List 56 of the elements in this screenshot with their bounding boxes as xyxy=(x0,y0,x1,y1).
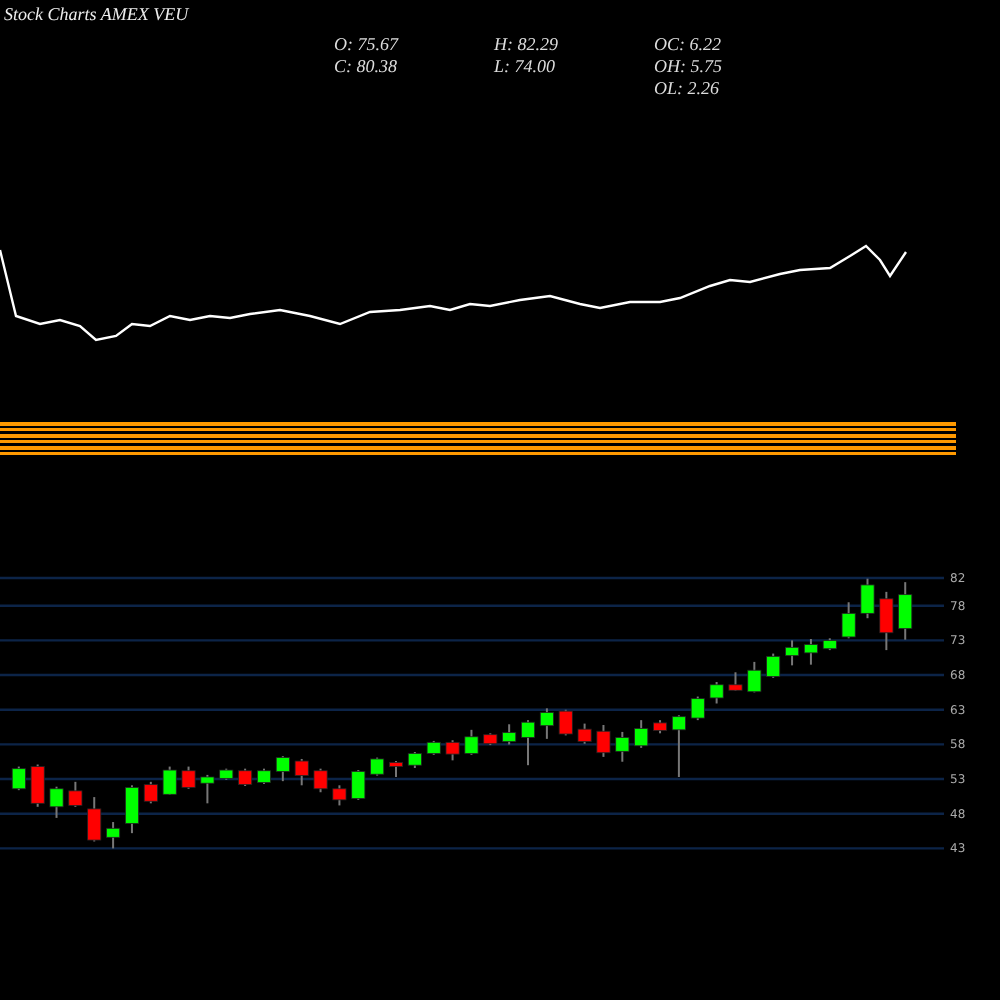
chart-title: Stock Charts AMEX VEU xyxy=(4,4,189,24)
candlestick xyxy=(389,760,403,778)
candlestick xyxy=(351,769,366,801)
candlestick xyxy=(822,637,837,652)
candlestick xyxy=(879,590,894,652)
candlestick xyxy=(181,765,196,790)
candlestick xyxy=(238,767,253,787)
candlestick xyxy=(313,767,328,794)
candlestick xyxy=(464,728,479,756)
candlestick xyxy=(860,577,875,620)
price-stat: OC: 6.22 xyxy=(654,34,723,54)
candlestick xyxy=(49,785,64,819)
candlestick xyxy=(426,739,441,756)
candlestick xyxy=(370,756,385,777)
candlestick xyxy=(690,695,705,722)
candlestick xyxy=(407,751,422,769)
price-stat: L: 74.00 xyxy=(494,56,558,76)
candlestick xyxy=(445,739,460,762)
candlestick xyxy=(539,707,554,740)
candlestick xyxy=(596,724,611,758)
candlestick xyxy=(219,767,234,781)
candlestick xyxy=(747,660,762,694)
candlestick xyxy=(68,780,83,808)
candlestick xyxy=(841,601,856,640)
candlestick xyxy=(785,639,800,667)
price-stat: H: 82.29 xyxy=(494,34,560,54)
candlestick xyxy=(483,732,498,747)
candlestick xyxy=(502,723,517,746)
price-stat: C: 80.38 xyxy=(334,56,399,76)
candlestick xyxy=(653,719,668,735)
candlestick xyxy=(143,780,158,805)
candlestick xyxy=(106,821,121,850)
candlestick xyxy=(709,681,724,705)
candlestick xyxy=(521,719,535,767)
candlestick xyxy=(87,796,102,843)
candlestick xyxy=(30,763,45,808)
candlestick xyxy=(898,581,913,641)
candlestick xyxy=(766,652,781,679)
candlestick xyxy=(671,714,686,778)
candlestick xyxy=(577,722,592,745)
candlestick xyxy=(294,757,309,787)
candlestick xyxy=(275,755,290,783)
price-stat: OH: 5.75 xyxy=(654,56,724,76)
candlestick xyxy=(11,765,26,792)
candlestick xyxy=(558,708,573,737)
candlestick xyxy=(728,671,743,692)
candlestick xyxy=(803,638,818,666)
price-stat: OL: 2.26 xyxy=(654,78,722,98)
candlestick xyxy=(332,784,347,807)
candlestick xyxy=(162,765,177,796)
candlestick xyxy=(257,767,271,785)
price-stat: O: 75.67 xyxy=(334,34,401,54)
candlestick xyxy=(124,784,139,835)
candlestick xyxy=(615,730,630,763)
candlestick xyxy=(200,773,215,805)
candlestick xyxy=(634,719,649,749)
